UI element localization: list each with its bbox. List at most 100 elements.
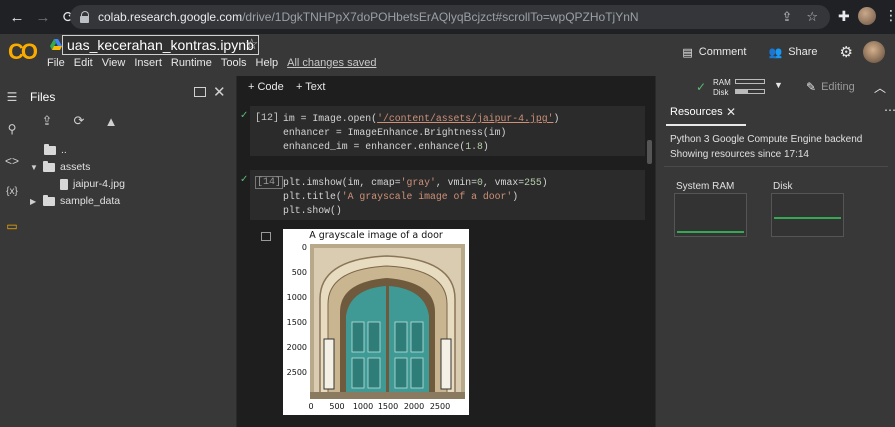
folder-up-icon — [44, 143, 56, 155]
ram-label: RAM — [713, 78, 731, 87]
code-line: im = Image.open('/content/assets/jaipur-… — [283, 113, 560, 124]
menu-tools[interactable]: Tools — [221, 57, 247, 69]
user-avatar[interactable] — [863, 41, 885, 63]
disk-graph-label: Disk — [773, 181, 793, 192]
notebook-scrollbar[interactable] — [647, 140, 652, 164]
y-tick-label: 500 — [291, 268, 307, 277]
execution-count: [12] — [255, 113, 280, 124]
file-icon — [60, 178, 68, 190]
x-tick-label: 0 — [308, 402, 314, 411]
x-tick-label: 500 — [329, 402, 345, 411]
files-panel-title: Files — [30, 90, 56, 104]
notebook-title[interactable]: uas_kecerahan_kontras.ipynb — [62, 35, 259, 55]
upload-icon[interactable]: ⇪ — [40, 113, 54, 128]
active-tab-indicator — [666, 124, 746, 126]
close-tab-icon[interactable]: ✕ — [726, 105, 736, 119]
caret-down-icon[interactable]: ▼ — [30, 163, 38, 172]
connected-check-icon: ✓ — [696, 80, 707, 94]
divider — [664, 166, 888, 167]
code-cell[interactable]: ✓ [14] plt.imshow(im, cmap='gray', vmin=… — [240, 170, 645, 220]
folder-icon — [43, 194, 55, 206]
menu-view[interactable]: View — [102, 57, 126, 69]
tree-item-parent[interactable]: .. — [44, 142, 67, 158]
disk-usage-bar[interactable] — [735, 89, 765, 94]
resources-since: Showing resources since 17:14 — [670, 149, 809, 160]
colab-header: CO uas_kecerahan_kontras.ipynb ☆ File Ed… — [0, 34, 895, 76]
files-panel: Files ✕ ⇪ ⟳ ▲ .. ▼ assets jaipur-4.jpg ▶… — [24, 76, 237, 427]
x-tick-label: 1500 — [377, 402, 399, 411]
pencil-icon: ✎ — [806, 80, 817, 94]
colab-logo[interactable]: CO — [8, 39, 38, 65]
refresh-folder-icon[interactable]: ⟳ — [72, 113, 86, 128]
close-icon[interactable]: ✕ — [213, 83, 226, 101]
settings-gear-icon[interactable]: ⚙ — [840, 43, 853, 61]
collapse-header-icon[interactable]: ︿ — [874, 79, 886, 96]
files-folder-icon[interactable]: ▭ — [4, 219, 20, 233]
tree-item-assets[interactable]: ▼ assets — [30, 159, 90, 175]
menu-help[interactable]: Help — [256, 57, 279, 69]
add-code-button[interactable]: + Code — [248, 81, 284, 93]
address-bar[interactable]: colab.research.google.com/drive/1DgkTNHP… — [70, 5, 830, 29]
disk-label: Disk — [713, 88, 729, 97]
resources-panel: ✓ RAM Disk ▼ ✎ Editing ︿ Resources ✕ ⋯ P… — [655, 76, 895, 427]
back-arrow-icon[interactable]: ← — [6, 6, 28, 28]
add-text-button[interactable]: + Text — [296, 81, 325, 93]
tree-item-jaipur[interactable]: jaipur-4.jpg — [60, 176, 125, 192]
output-options-icon[interactable] — [261, 232, 271, 241]
ram-usage-bar[interactable] — [735, 79, 765, 84]
lock-icon — [80, 11, 90, 23]
tab-resources[interactable]: Resources — [670, 106, 723, 118]
code-line: plt.imshow(im, cmap='gray', vmin=0, vmax… — [283, 177, 548, 188]
y-tick-label: 1000 — [286, 293, 307, 302]
caret-right-icon[interactable]: ▶ — [30, 197, 38, 206]
share-button[interactable]: 👥 Share — [768, 46, 817, 59]
runtime-dropdown-icon[interactable]: ▼ — [774, 80, 783, 90]
comment-button[interactable]: ▤ Comment — [682, 46, 746, 59]
search-icon[interactable]: ⚲ — [4, 122, 20, 136]
run-success-check-icon: ✓ — [240, 174, 249, 185]
save-status-link[interactable]: All changes saved — [287, 57, 376, 69]
run-success-check-icon: ✓ — [240, 110, 249, 121]
mount-drive-icon[interactable]: ▲ — [104, 114, 118, 129]
share-page-icon[interactable]: ⇪ — [781, 9, 792, 25]
drive-icon — [50, 39, 62, 50]
tree-item-sample-data[interactable]: ▶ sample_data — [30, 193, 120, 209]
x-tick-label: 2500 — [429, 402, 451, 411]
variables-icon[interactable]: {x} — [4, 186, 20, 197]
menu-insert[interactable]: Insert — [134, 57, 162, 69]
plot-output: A grayscale image of a door 0 500 1000 1… — [283, 229, 469, 415]
url-text: colab.research.google.com/drive/1DgkTNHP… — [98, 10, 639, 24]
menu-edit[interactable]: Edit — [74, 57, 93, 69]
open-in-window-icon[interactable] — [194, 87, 206, 97]
comment-icon: ▤ — [682, 46, 693, 59]
star-icon[interactable]: ☆ — [245, 35, 258, 53]
plot-title: A grayscale image of a door — [309, 230, 443, 241]
y-tick-label: 0 — [301, 243, 307, 252]
browser-menu-icon[interactable]: ⋮ — [884, 7, 895, 24]
editing-mode-button[interactable]: ✎ Editing — [806, 80, 855, 94]
menu-runtime[interactable]: Runtime — [171, 57, 212, 69]
code-cell[interactable]: ✓ [12] im = Image.open('/content/assets/… — [240, 106, 645, 156]
system-ram-label: System RAM — [676, 181, 735, 192]
code-line: plt.show() — [283, 205, 342, 216]
disk-graph — [771, 193, 844, 237]
more-options-icon[interactable]: ⋯ — [884, 103, 895, 117]
bookmark-star-icon[interactable]: ☆ — [806, 9, 818, 25]
y-tick-label: 2000 — [286, 343, 307, 352]
people-icon: 👥 — [768, 46, 783, 59]
browser-profile-avatar[interactable] — [858, 7, 876, 25]
forward-arrow-icon[interactable]: → — [32, 6, 54, 28]
code-line: enhanced_im = enhancer.enhance(1.8) — [283, 141, 489, 152]
table-of-contents-icon[interactable]: ☰ — [4, 90, 20, 104]
extensions-puzzle-icon[interactable]: ✚ — [838, 8, 850, 25]
code-snippets-icon[interactable]: <> — [4, 154, 20, 168]
x-tick-label: 2000 — [403, 402, 425, 411]
menu-file[interactable]: File — [47, 57, 65, 69]
y-tick-label: 2500 — [286, 368, 307, 377]
notebook-toolbar: + Code + Text — [237, 76, 655, 100]
door-image — [310, 244, 465, 399]
x-tick-label: 1000 — [352, 402, 374, 411]
backend-info: Python 3 Google Compute Engine backend — [670, 134, 863, 145]
system-ram-graph — [674, 193, 747, 237]
menu-bar: File Edit View Insert Runtime Tools Help… — [47, 57, 376, 69]
